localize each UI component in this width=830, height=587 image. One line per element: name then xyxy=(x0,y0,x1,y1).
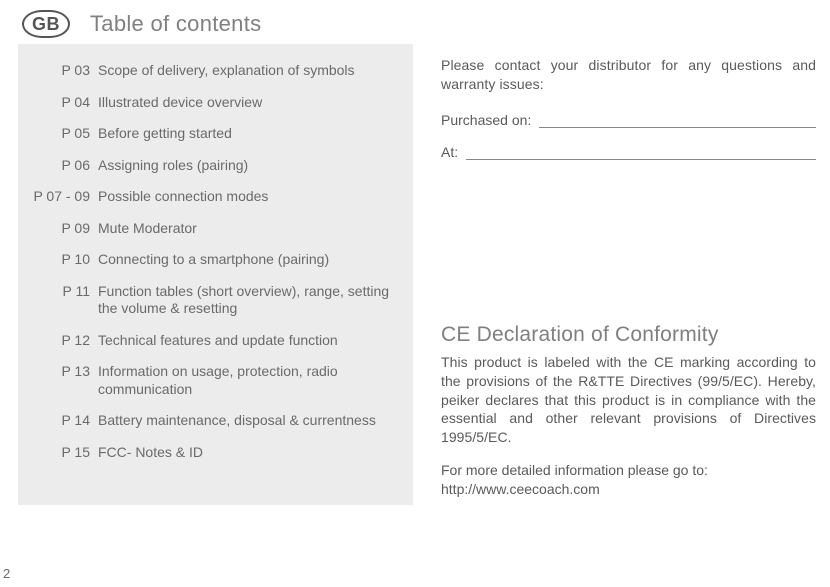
spacer xyxy=(441,176,816,323)
right-column: Please contact your distributor for any … xyxy=(441,44,820,505)
toc-row: P 12 Technical features and update funct… xyxy=(32,332,397,350)
language-badge-text: GB xyxy=(32,14,60,35)
toc-title: Information on usage, protection, radio … xyxy=(98,363,397,398)
at-line[interactable] xyxy=(466,146,816,160)
toc-row: P 11 Function tables (short overview), r… xyxy=(32,283,397,318)
toc-title: Battery maintenance, disposal & currentn… xyxy=(98,412,397,430)
main-content: P 03 Scope of delivery, explanation of s… xyxy=(0,40,830,505)
toc-title: Assigning roles (pairing) xyxy=(98,157,397,175)
language-badge: GB xyxy=(22,10,70,38)
toc-page: P 06 xyxy=(32,157,98,175)
toc-page: P 04 xyxy=(32,94,98,112)
at-field: At: xyxy=(441,144,816,160)
toc-page: P 07 - 09 xyxy=(32,188,98,206)
page-title: Table of contents xyxy=(90,11,261,37)
header: GB Table of contents xyxy=(0,0,830,40)
toc-row: P 06 Assigning roles (pairing) xyxy=(32,157,397,175)
ce-declaration-block: CE Declaration of Conformity This produc… xyxy=(441,323,816,505)
toc-page: P 09 xyxy=(32,220,98,238)
at-label: At: xyxy=(441,144,458,160)
toc-title: Connecting to a smartphone (pairing) xyxy=(98,251,397,269)
ce-body: This product is labeled with the CE mark… xyxy=(441,353,816,447)
toc-title: Illustrated device overview xyxy=(98,94,397,112)
toc-title: Mute Moderator xyxy=(98,220,397,238)
toc-title: Technical features and update function xyxy=(98,332,397,350)
toc-panel: P 03 Scope of delivery, explanation of s… xyxy=(18,44,413,505)
toc-page: P 12 xyxy=(32,332,98,350)
toc-title: Before getting started xyxy=(98,125,397,143)
toc-page: P 05 xyxy=(32,125,98,143)
ce-heading: CE Declaration of Conformity xyxy=(441,323,816,347)
toc-row: P 14 Battery maintenance, disposal & cur… xyxy=(32,412,397,430)
toc-page: P 14 xyxy=(32,412,98,430)
toc-row: P 07 - 09 Possible connection modes xyxy=(32,188,397,206)
toc-row: P 03 Scope of delivery, explanation of s… xyxy=(32,62,397,80)
toc-page: P 10 xyxy=(32,251,98,269)
toc-row: P 13 Information on usage, protection, r… xyxy=(32,363,397,398)
toc-page: P 11 xyxy=(32,283,98,318)
purchased-on-line[interactable] xyxy=(539,114,816,128)
toc-title: Function tables (short overview), range,… xyxy=(98,283,397,318)
toc-title: FCC- Notes & ID xyxy=(98,444,397,462)
toc-page: P 03 xyxy=(32,62,98,80)
toc-row: P 15 FCC- Notes & ID xyxy=(32,444,397,462)
toc-row: P 09 Mute Moderator xyxy=(32,220,397,238)
ce-more-info: For more detailed information please go … xyxy=(441,461,816,499)
ce-url: http://www.ceecoach.com xyxy=(441,480,816,499)
toc-title: Scope of delivery, explanation of symbol… xyxy=(98,62,397,80)
toc-title: Possible connection modes xyxy=(98,188,397,206)
toc-page: P 15 xyxy=(32,444,98,462)
toc-row: P 10 Connecting to a smartphone (pairing… xyxy=(32,251,397,269)
contact-text: Please contact your distributor for any … xyxy=(441,56,816,94)
purchased-on-label: Purchased on: xyxy=(441,112,531,128)
page-number: 2 xyxy=(3,566,10,581)
toc-row: P 04 Illustrated device overview xyxy=(32,94,397,112)
purchased-on-field: Purchased on: xyxy=(441,112,816,128)
ce-more-label: For more detailed information please go … xyxy=(441,461,816,480)
toc-row: P 05 Before getting started xyxy=(32,125,397,143)
toc-page: P 13 xyxy=(32,363,98,398)
